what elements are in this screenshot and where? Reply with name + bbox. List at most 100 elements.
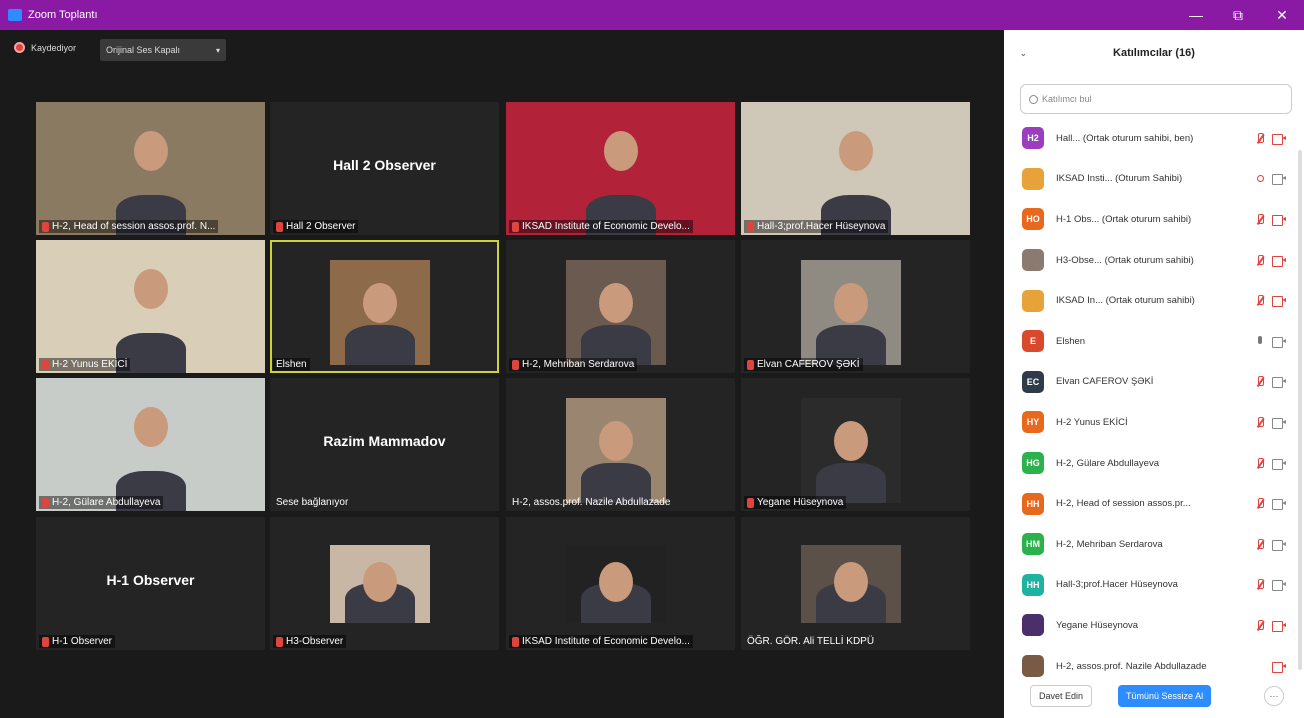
tile-name-label: IKSAD Institute of Economic Develo... — [509, 635, 693, 648]
participant-search-input[interactable]: Katılımcı bul — [1020, 84, 1292, 114]
video-tile[interactable]: H-2, Gülare Abdullayeva — [36, 378, 265, 511]
participants-panel: ⌄ Katılımcılar (16) Katılımcı bul H2 Hall… — [1004, 30, 1304, 718]
tile-name-label: ÖĞR. GÖR. Ali TELLİ KDPÜ — [744, 635, 877, 648]
video-camera-icon[interactable] — [1272, 174, 1286, 186]
muted-mic-icon[interactable] — [1256, 619, 1264, 631]
participant-row[interactable]: HH Hall-3;prof.Hacer Hüseynova — [1004, 565, 1296, 606]
video-off-icon[interactable] — [1272, 255, 1286, 267]
person-body — [345, 325, 415, 365]
video-camera-icon[interactable] — [1272, 417, 1286, 429]
tile-name-text: ÖĞR. GÖR. Ali TELLİ KDPÜ — [747, 636, 875, 647]
participant-row[interactable]: HH H-2, Head of session assos.pr... — [1004, 483, 1296, 524]
participant-name: Hall... (Ortak oturum sahibi, ben) — [1056, 132, 1194, 144]
tile-name-text: H-2 Yunus EKİCİ — [52, 359, 128, 370]
muted-mic-icon — [276, 221, 283, 232]
video-tile[interactable]: Yegane Hüseynova — [741, 378, 970, 511]
close-button[interactable]: ✕ — [1262, 0, 1302, 30]
video-tile[interactable]: Elvan CAFEROV ŞƏKİ — [741, 240, 970, 373]
participant-name: H-2, Mehriban Serdarova — [1056, 538, 1163, 550]
video-camera-icon[interactable] — [1272, 458, 1286, 470]
participant-display-name: Razim Mammadov — [323, 433, 446, 449]
participant-name: H-2, Head of session assos.pr... — [1056, 498, 1191, 510]
video-tile[interactable]: IKSAD Institute of Economic Develo... — [506, 102, 735, 235]
participant-row[interactable]: Yegane Hüseynova — [1004, 605, 1296, 646]
person-silhouette — [834, 421, 868, 462]
avatar: E — [1022, 330, 1044, 353]
participant-row[interactable]: HM H-2, Mehriban Serdarova — [1004, 524, 1296, 565]
avatar: HG — [1022, 452, 1044, 475]
tile-name-text: Elvan CAFEROV ŞƏKİ — [757, 359, 860, 370]
video-tile[interactable]: ÖĞR. GÖR. Ali TELLİ KDPÜ — [741, 517, 970, 650]
avatar — [1022, 614, 1044, 637]
video-tile[interactable]: H-2, Head of session assos.prof. N... — [36, 102, 265, 235]
participant-status-icons — [1256, 579, 1286, 592]
minimize-button[interactable]: — — [1176, 0, 1216, 30]
person-silhouette — [603, 131, 638, 172]
chevron-down-icon[interactable]: ▾ — [216, 46, 220, 55]
video-tile[interactable]: Elshen — [270, 240, 499, 373]
mic-icon[interactable] — [1256, 335, 1264, 347]
muted-mic-icon[interactable] — [1256, 254, 1264, 266]
video-off-icon[interactable] — [1272, 214, 1286, 226]
tile-name-text: IKSAD Institute of Economic Develo... — [522, 636, 690, 647]
tile-name-label: Elshen — [273, 358, 310, 371]
muted-mic-icon[interactable] — [1256, 132, 1264, 144]
tile-name-text: Hall 2 Observer — [286, 221, 356, 232]
mute-all-button[interactable]: Tümünü Sessize Al — [1118, 685, 1212, 707]
video-off-icon[interactable] — [1272, 661, 1286, 673]
tile-name-label: H-2, Mehriban Serdarova — [509, 358, 638, 371]
tile-name-text: Yegane Hüseynova — [757, 497, 844, 508]
video-off-icon[interactable] — [1272, 133, 1286, 145]
muted-mic-icon[interactable] — [1256, 457, 1264, 469]
video-tile[interactable]: H3-Observer — [270, 517, 499, 650]
muted-mic-icon[interactable] — [1256, 416, 1264, 428]
video-off-icon[interactable] — [1272, 620, 1286, 632]
participant-video — [36, 240, 265, 373]
person-silhouette — [834, 283, 868, 324]
video-tile[interactable]: H-2, Mehriban Serdarova — [506, 240, 735, 373]
muted-mic-icon[interactable] — [1256, 538, 1264, 550]
recording-icon — [1257, 175, 1264, 183]
participant-list-scrollbar[interactable] — [1298, 150, 1302, 670]
video-camera-icon[interactable] — [1272, 499, 1286, 511]
recording-indicator[interactable]: Kaydediyor — [14, 42, 76, 53]
video-off-icon[interactable] — [1272, 296, 1286, 308]
tile-name-text: H3-Observer — [286, 636, 344, 647]
maximize-button[interactable]: ⧉ — [1218, 0, 1258, 30]
avatar: H2 — [1022, 127, 1044, 150]
muted-mic-icon[interactable] — [1256, 295, 1264, 306]
participant-status-icons — [1256, 498, 1286, 511]
participant-row[interactable]: H3-Obse... (Ortak oturum sahibi) — [1004, 240, 1296, 281]
participant-row[interactable]: H2 Hall... (Ortak oturum sahibi, ben) — [1004, 118, 1296, 159]
collapse-panel-icon[interactable]: ⌄ — [1020, 49, 1027, 58]
muted-mic-icon[interactable] — [1256, 376, 1264, 387]
video-camera-icon[interactable] — [1272, 377, 1286, 389]
participant-video — [801, 260, 901, 365]
video-tile[interactable]: Hall 2 Observer Hall 2 Observer — [270, 102, 499, 235]
video-tile[interactable]: Hall-3;prof.Hacer Hüseynova — [741, 102, 970, 235]
original-audio-toggle[interactable]: Orijinal Ses Kapalı ▾ — [100, 39, 226, 61]
video-tile[interactable]: IKSAD Institute of Economic Develo... — [506, 517, 735, 650]
muted-mic-icon[interactable] — [1256, 579, 1264, 590]
muted-mic-icon[interactable] — [1256, 213, 1264, 225]
participant-row[interactable]: HY H-2 Yunus EKİCİ — [1004, 402, 1296, 443]
participant-row[interactable]: HO H-1 Obs... (Ortak oturum sahibi) — [1004, 199, 1296, 240]
video-camera-icon[interactable] — [1272, 539, 1286, 551]
avatar: HM — [1022, 533, 1044, 556]
video-tile[interactable]: H-2 Yunus EKİCİ — [36, 240, 265, 373]
participant-row[interactable]: IKSAD In... (Ortak oturum sahibi) — [1004, 280, 1296, 321]
participant-status-icons — [1256, 416, 1286, 429]
muted-mic-icon[interactable] — [1256, 498, 1264, 509]
participant-row[interactable]: IKSAD Insti... (Oturum Sahibi) — [1004, 159, 1296, 200]
video-camera-icon[interactable] — [1272, 580, 1286, 592]
video-tile[interactable]: H-1 Observer H-1 Observer — [36, 517, 265, 650]
more-options-button[interactable]: ··· — [1264, 686, 1284, 706]
participant-row[interactable]: E Elshen — [1004, 321, 1296, 362]
person-silhouette — [133, 131, 168, 172]
invite-button[interactable]: Davet Edin — [1030, 685, 1093, 707]
participant-row[interactable]: HG H-2, Gülare Abdullayeva — [1004, 443, 1296, 484]
video-tile[interactable]: Razim Mammadov Sese bağlanıyor — [270, 378, 499, 511]
video-camera-icon[interactable] — [1272, 336, 1286, 348]
video-tile[interactable]: H-2, assos.prof. Nazile Abdullazade — [506, 378, 735, 511]
participant-row[interactable]: EC Elvan CAFEROV ŞƏKİ — [1004, 362, 1296, 403]
